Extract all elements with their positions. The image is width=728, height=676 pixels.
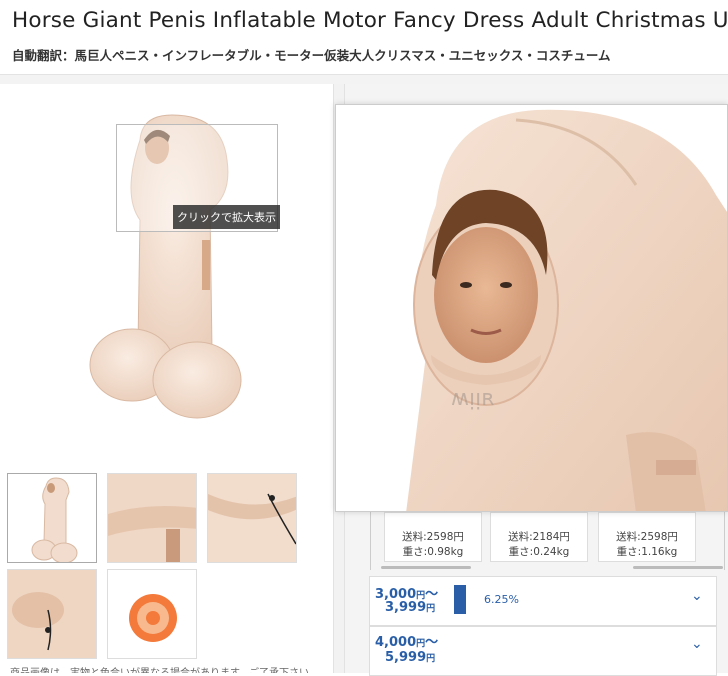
auto-translation: 自動翻訳：馬巨人ペニス・インフレータブル・モーター仮装大人クリスマス・ユニセック…: [12, 48, 611, 63]
chevron-down-icon[interactable]: ⌄: [691, 636, 703, 652]
thumbnail-full-costume[interactable]: [7, 473, 97, 563]
price-to: 3,999円: [385, 600, 436, 615]
chevron-down-icon[interactable]: ⌄: [691, 588, 703, 604]
scroll-indicator[interactable]: [633, 566, 723, 569]
share-bar: [454, 585, 466, 614]
price-to: 5,999円: [385, 650, 436, 665]
thumbnail-drawstring[interactable]: [207, 473, 297, 563]
divider: [0, 74, 728, 84]
shipping-fee: 送料:2184円: [508, 531, 570, 543]
thumbnail-fan-motor[interactable]: [107, 569, 197, 659]
svg-text:ʍᴉᴉʀ: ʍᴉᴉʀ: [451, 386, 495, 411]
shipping-fee: 送料:2598円: [616, 531, 678, 543]
shipping-weight: 重さ:1.16kg: [616, 546, 678, 558]
image-note: 商品画像は、実物と色合いが異なる場合があります。ご了承下さい: [10, 664, 330, 673]
zoom-hint[interactable]: クリックで拡大表示: [173, 205, 280, 229]
zoom-preview: ʍᴉᴉʀ: [335, 104, 728, 512]
share-percent: 6.25%: [484, 593, 519, 606]
shipping-weight: 重さ:0.24kg: [508, 546, 570, 558]
scroll-indicator[interactable]: [381, 566, 471, 569]
shipping-card[interactable]: 送料:2598円 重さ:0.98kg: [384, 512, 482, 562]
shipping-card[interactable]: 送料:2184円 重さ:0.24kg: [490, 512, 588, 562]
thumbnail-sleeve-cuff[interactable]: [7, 569, 97, 659]
shipping-fee: 送料:2598円: [402, 531, 464, 543]
product-title: Horse Giant Penis Inflatable Motor Fancy…: [12, 8, 728, 33]
shipping-card[interactable]: 送料:2598円 重さ:1.16kg: [598, 512, 696, 562]
thumbnail-arm-cuff[interactable]: [107, 473, 197, 563]
shipping-weight: 重さ:0.98kg: [402, 546, 464, 558]
price-from: 4,000円〜: [375, 635, 439, 650]
